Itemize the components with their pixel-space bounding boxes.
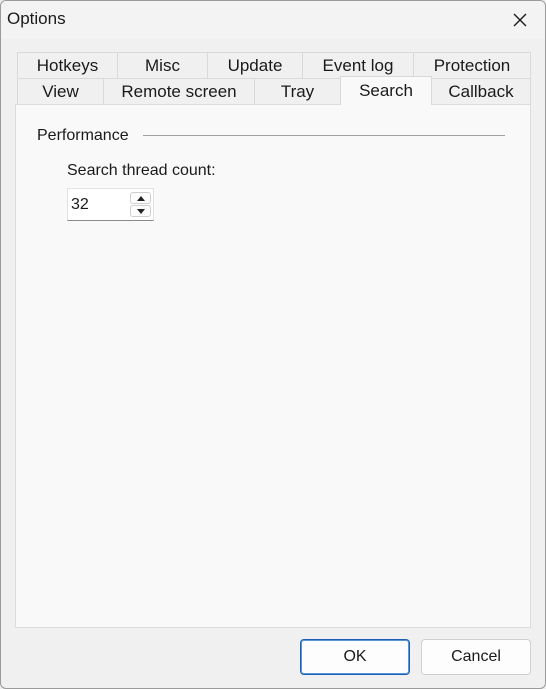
tab-hotkeys[interactable]: Hotkeys [17, 52, 118, 78]
decrement-button[interactable] [130, 205, 151, 217]
tab-search[interactable]: Search [340, 76, 432, 105]
tab-view[interactable]: View [17, 78, 104, 104]
performance-group-label: Performance [37, 127, 129, 144]
chevron-down-icon [136, 208, 145, 214]
ok-button[interactable]: OK [300, 639, 410, 675]
cancel-button[interactable]: Cancel [421, 639, 531, 675]
close-icon [513, 13, 527, 27]
increment-button[interactable] [130, 192, 151, 204]
title-bar[interactable]: Options [1, 1, 545, 39]
tab-event-log[interactable]: Event log [302, 52, 414, 78]
search-tab-panel: Performance Search thread count: 32 [15, 104, 531, 628]
group-divider [143, 135, 505, 136]
tab-callback[interactable]: Callback [431, 78, 531, 104]
thread-count-stepper[interactable]: 32 [67, 188, 154, 221]
window-title: Options [7, 9, 66, 28]
thread-count-value[interactable]: 32 [71, 196, 89, 214]
tab-update[interactable]: Update [207, 52, 303, 78]
tab-remote-screen[interactable]: Remote screen [103, 78, 255, 104]
chevron-up-icon [136, 195, 145, 201]
tab-tray[interactable]: Tray [254, 78, 341, 104]
tab-misc[interactable]: Misc [117, 52, 208, 78]
close-button[interactable] [495, 1, 545, 39]
options-dialog: Options Hotkeys Misc Update Event log Pr… [0, 0, 546, 689]
thread-count-label: Search thread count: [67, 162, 216, 179]
tab-protection[interactable]: Protection [413, 52, 531, 78]
